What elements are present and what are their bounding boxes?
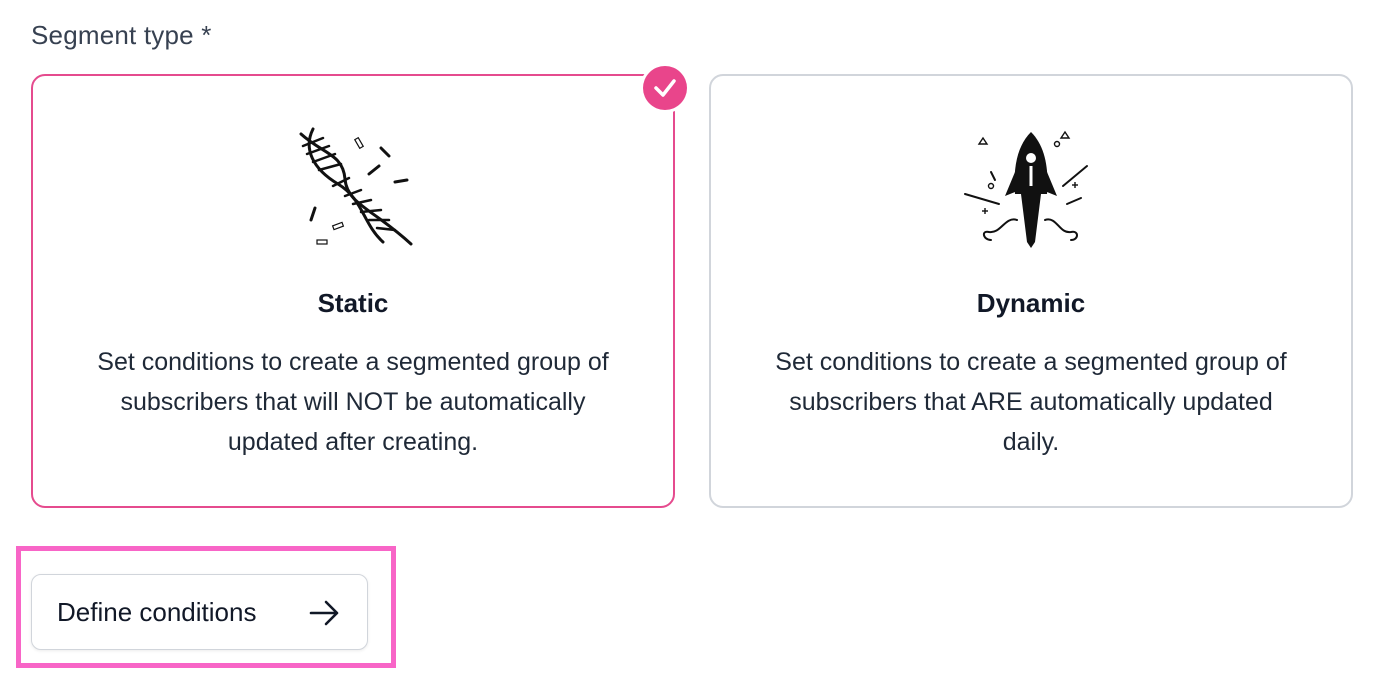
dynamic-title: Dynamic: [976, 288, 1086, 318]
selected-check-icon: [643, 66, 687, 110]
segment-type-label: Segment type *: [31, 20, 212, 50]
segment-option-static[interactable]: Static Set conditions to create a segmen…: [31, 74, 675, 508]
segment-option-dynamic[interactable]: Dynamic Set conditions to create a segme…: [709, 74, 1353, 508]
segment-type-form: Segment type * Static Set conditions to …: [0, 0, 1378, 680]
arrow-right-icon: [309, 600, 339, 626]
dynamic-description: Set conditions to create a segmented gro…: [775, 348, 1287, 456]
define-conditions-button[interactable]: Define conditions: [31, 574, 368, 650]
define-conditions-label: Define conditions: [57, 597, 257, 627]
static-description: Set conditions to create a segmented gro…: [97, 348, 609, 456]
rocket-icon: [964, 130, 1088, 248]
static-title: Static: [317, 288, 389, 318]
dna-icon: [299, 127, 413, 246]
